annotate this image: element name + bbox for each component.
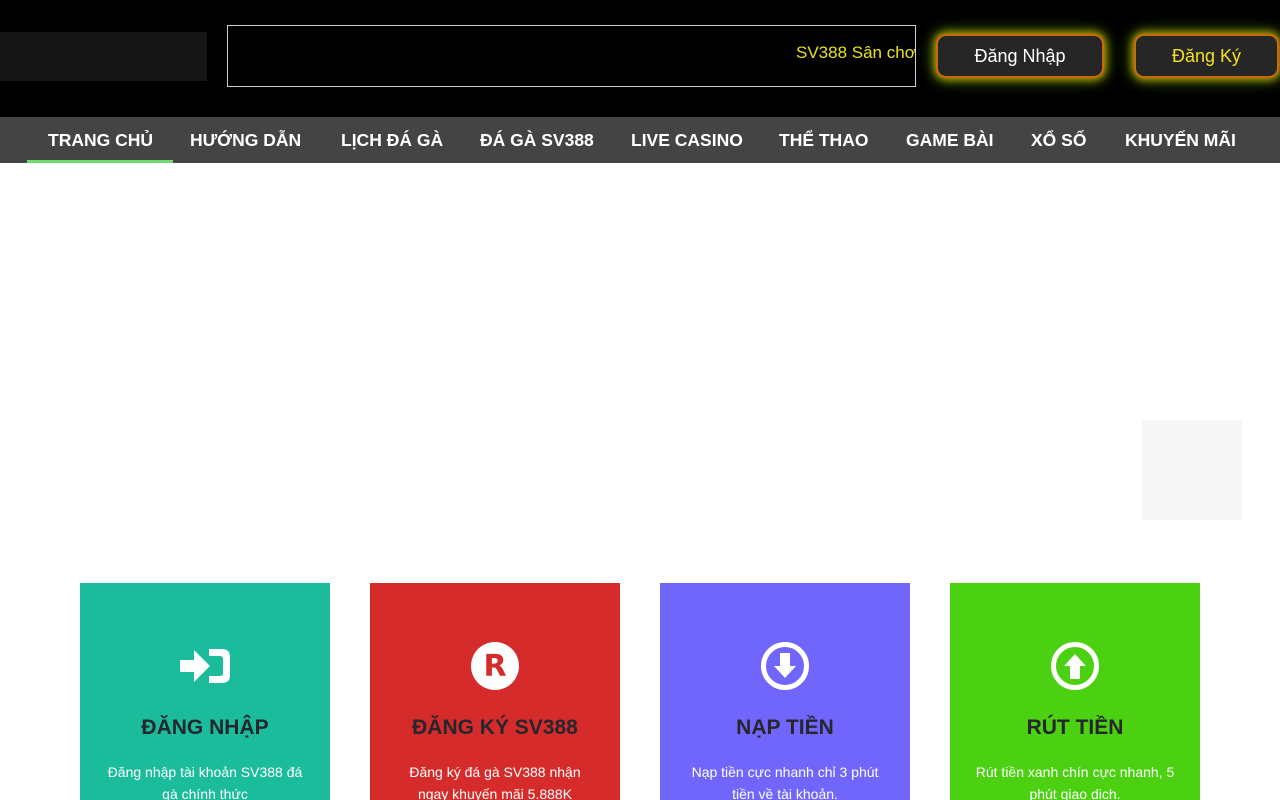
withdraw-card[interactable]: RÚT TIỀN Rút tiền xanh chín cực nhanh, 5… (950, 583, 1200, 800)
card-description: Đăng ký đá gà SV388 nhận ngay khuyến mãi… (409, 764, 581, 800)
login-card[interactable]: ĐĂNG NHẬP Đăng nhập tài khoản SV388 đá g… (80, 583, 330, 800)
card-description: Nạp tiền cực nhanh chỉ 3 phút tiền về tà… (691, 764, 879, 800)
svg-text:R: R (483, 649, 506, 684)
side-widget[interactable] (1142, 420, 1242, 520)
login-icon (180, 649, 230, 683)
nav-item-promotions[interactable]: KHUYẾN MÃI (1125, 117, 1236, 163)
nav-item-sports[interactable]: THỂ THAO (779, 117, 868, 163)
top-header: SV388 Sân chơi đá gà trực tuyến uy tín Đ… (0, 0, 1280, 117)
banner-area (0, 163, 1280, 563)
login-button[interactable]: Đăng Nhập (938, 36, 1102, 76)
nav-item-lottery[interactable]: XỔ SỐ (1031, 117, 1086, 163)
card-description: Rút tiền xanh chín cực nhanh, 5 phút gia… (975, 764, 1175, 800)
main-nav: TRANG CHỦ HƯỚNG DẪN LỊCH ĐÁ GÀ ĐÁ GÀ SV3… (0, 117, 1280, 163)
nav-item-schedule[interactable]: LỊCH ĐÁ GÀ (341, 117, 443, 163)
card-description: Đăng nhập tài khoản SV388 đá gà chính th… (107, 764, 303, 800)
card-title: ĐĂNG NHẬP (141, 716, 269, 739)
nav-item-card-games[interactable]: GAME BÀI (906, 117, 994, 163)
nav-item-cockfight[interactable]: ĐÁ GÀ SV388 (480, 117, 594, 163)
nav-item-live-casino[interactable]: LIVE CASINO (631, 117, 743, 163)
register-r-icon: R (471, 642, 519, 690)
card-title: ĐĂNG KÝ SV388 (412, 716, 578, 739)
nav-item-guide[interactable]: HƯỚNG DẪN (190, 117, 301, 163)
marquee-text: SV388 Sân chơi đá gà trực tuyến uy tín (796, 43, 916, 62)
deposit-arrow-down-icon (761, 642, 809, 690)
register-card[interactable]: R ĐĂNG KÝ SV388 Đăng ký đá gà SV388 nhận… (370, 583, 620, 800)
card-title: RÚT TIỀN (1026, 716, 1124, 739)
news-marquee: SV388 Sân chơi đá gà trực tuyến uy tín (227, 25, 916, 87)
nav-item-home[interactable]: TRANG CHỦ (27, 117, 173, 163)
site-logo[interactable] (0, 32, 207, 81)
card-title: NẠP TIỀN (736, 716, 834, 739)
register-button[interactable]: Đăng Ký (1136, 36, 1277, 76)
withdraw-arrow-up-icon (1051, 642, 1099, 690)
deposit-card[interactable]: NẠP TIỀN Nạp tiền cực nhanh chỉ 3 phút t… (660, 583, 910, 800)
